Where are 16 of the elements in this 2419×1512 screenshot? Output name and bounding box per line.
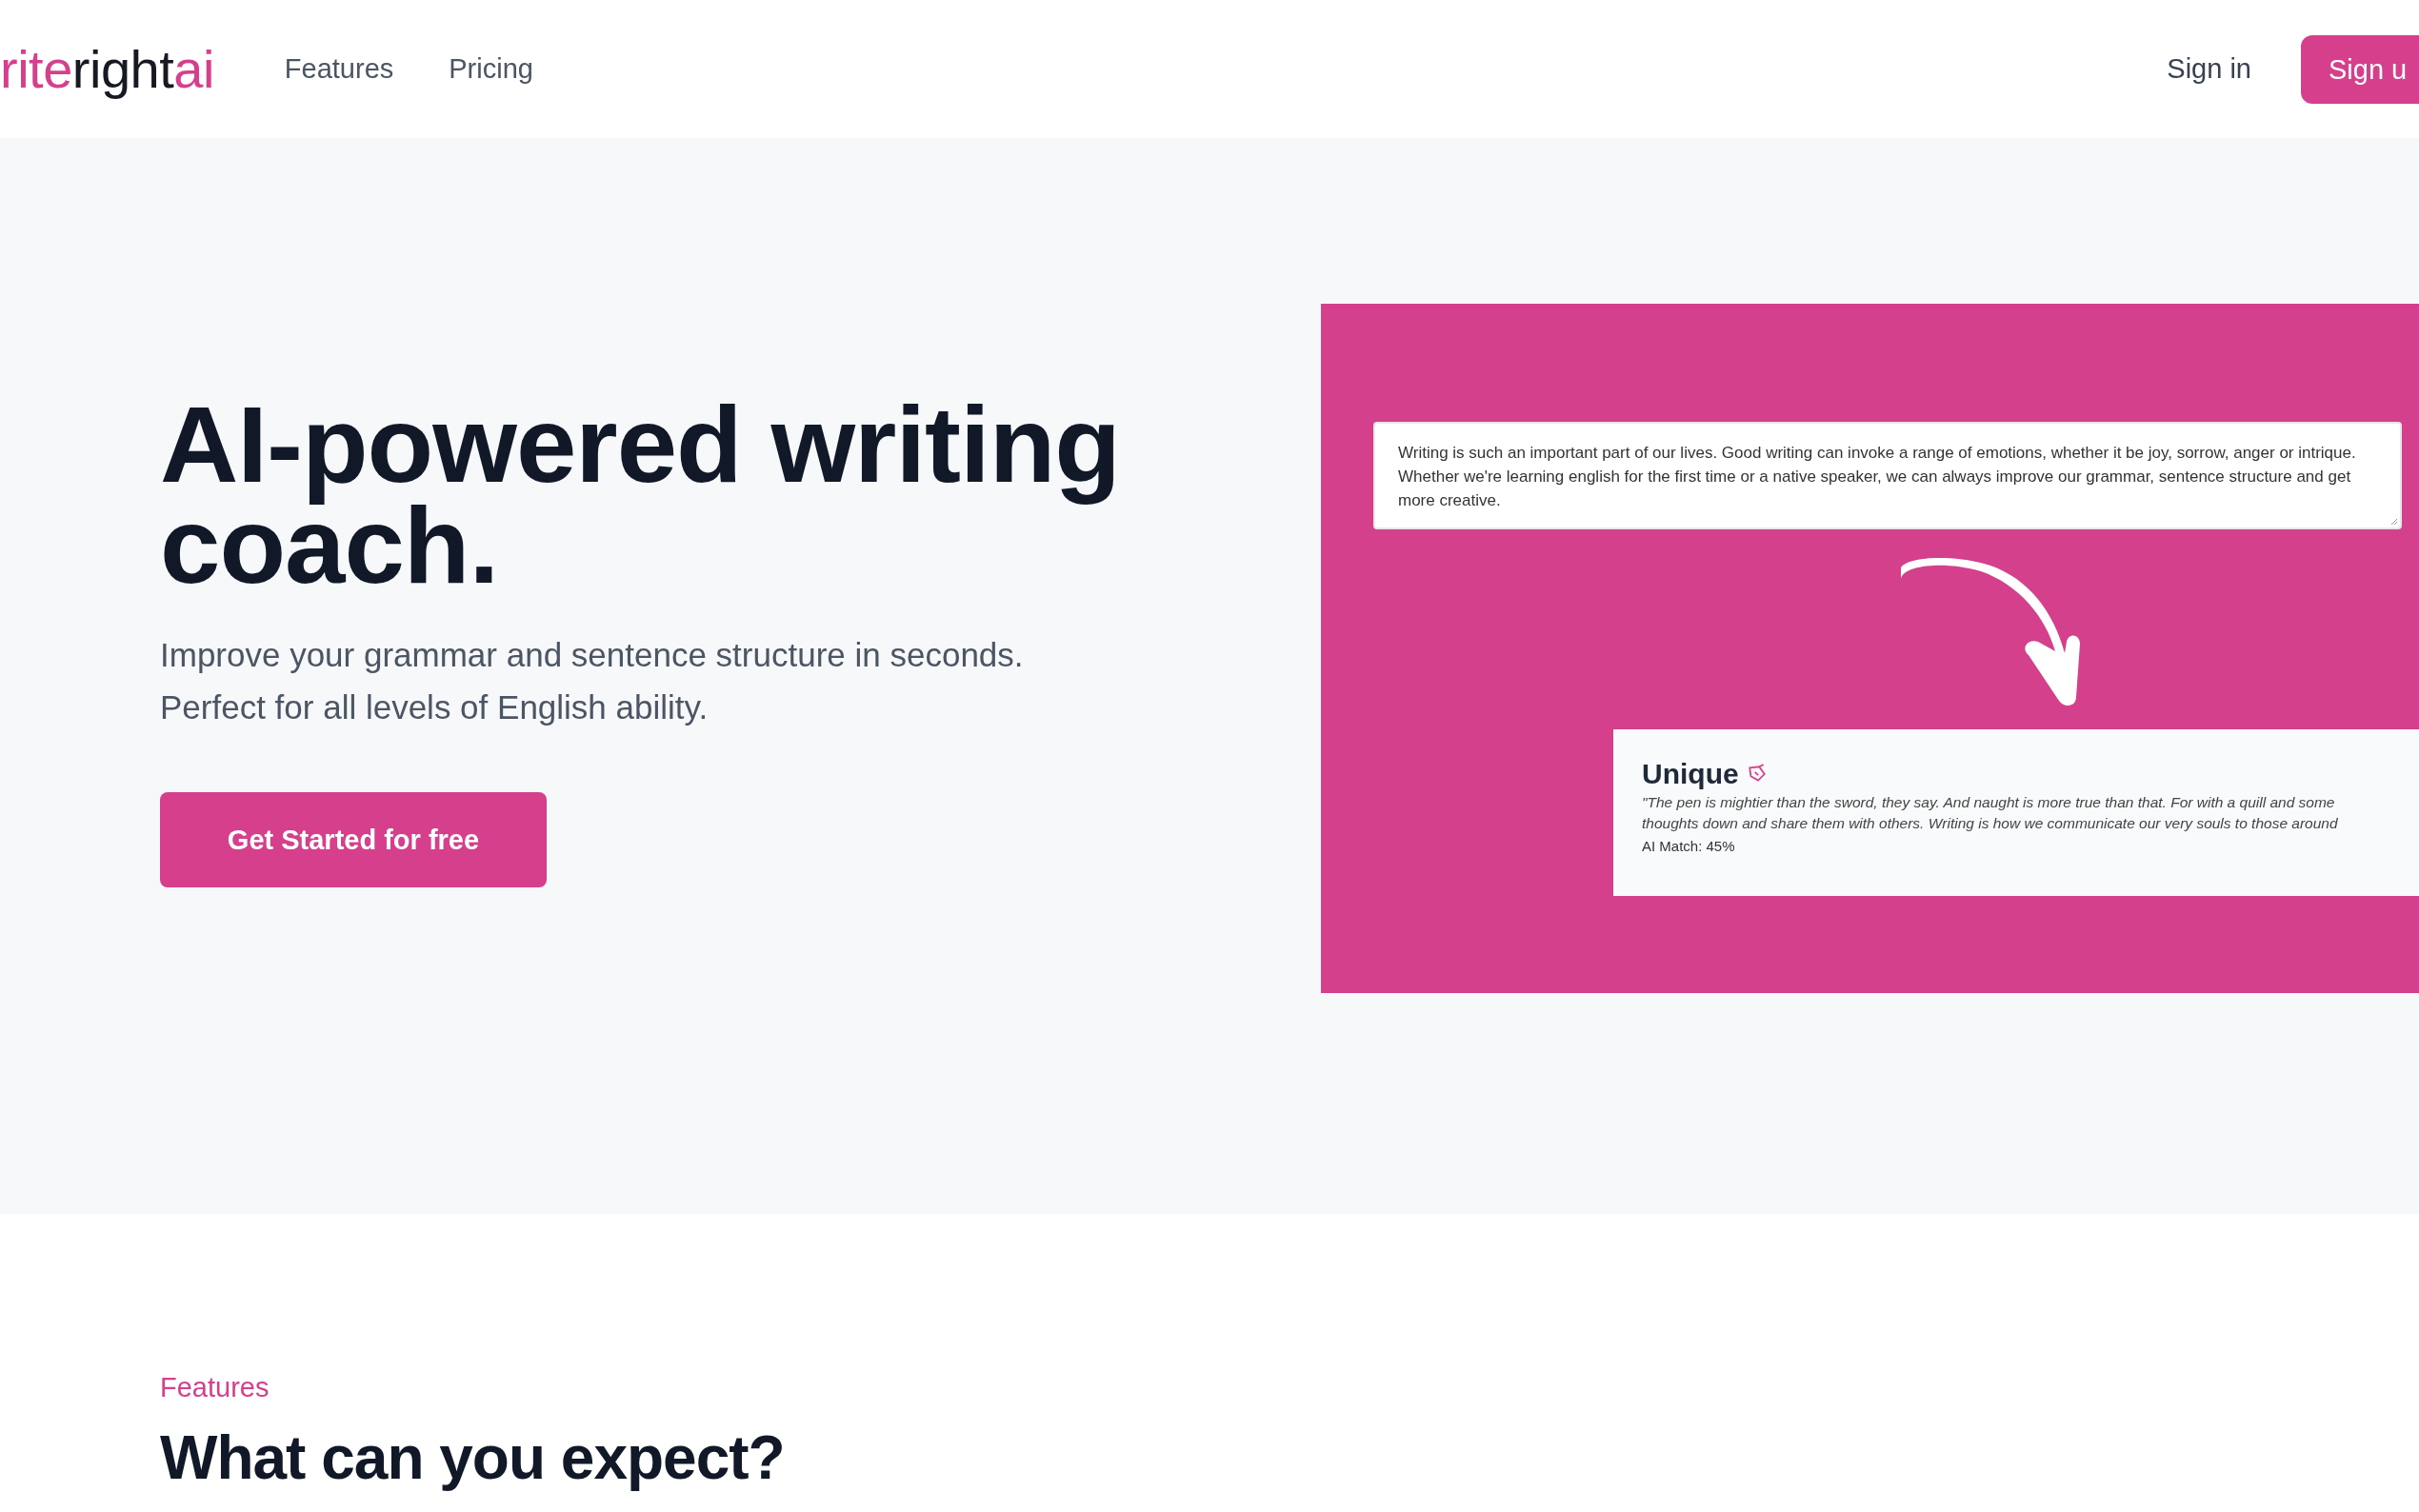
quote-text: "The pen is mightier than the sword, they say. And naught is more true than that. For with a quill and some	[1642, 794, 2336, 811]
nav-link[interactable]: Features	[284, 53, 394, 85]
get-started-button[interactable]: Get Started for free	[160, 792, 547, 887]
result-title: Unique	[1642, 758, 1739, 790]
logo-link[interactable]: riterightai	[0, 38, 214, 100]
sign-in-link[interactable]: Sign in	[2167, 53, 2251, 85]
quote-text: thoughts down and share them with others. Writing is how we communicate our very souls to those around	[1642, 815, 2339, 832]
nav-link[interactable]: Pricing	[449, 53, 533, 85]
resize-grip-icon	[2389, 516, 2398, 526]
hero-title: AI-powered writing coach.	[160, 394, 1121, 596]
ai-match-text: AI Match: 45%	[1642, 838, 1736, 854]
hero-subtitle: Improve your grammar and sentence structure in seconds. Perfect for all levels of English ability.	[160, 635, 1025, 727]
sign-up-button[interactable]: Sign u	[2301, 34, 2419, 104]
section-eyebrow: Features	[160, 1372, 270, 1403]
section-title: What can you expect?	[160, 1424, 786, 1492]
text-input-area[interactable]: Writing is such an important part of our lives. Good writing can invoke a range of emotions, whether it be joy, sorrow, anger or intrique. Whether we're learning english for the first time or a native speaker, we can always improve our grammar, sentence structure and get more creative.	[1373, 422, 2402, 529]
